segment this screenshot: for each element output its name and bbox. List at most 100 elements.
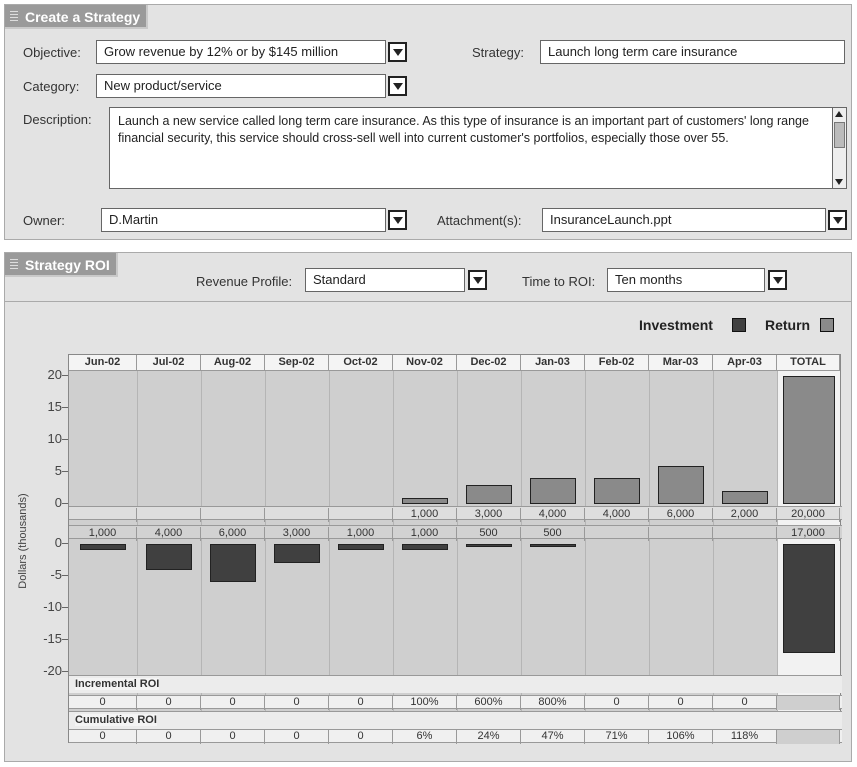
cumulative-roi-value: 0 [329,730,393,744]
column-header: Mar-03 [649,355,713,371]
description-textarea[interactable]: Launch a new service called long term ca… [109,107,847,189]
cumulative-roi-value: 0 [201,730,265,744]
y-tick-label: 15 [47,399,62,414]
return-bar [658,465,704,504]
return-bar [402,497,448,504]
description-scrollbar[interactable] [832,108,846,188]
return-value-label [69,508,137,522]
description-text: Launch a new service called long term ca… [118,114,809,145]
column-header: Aug-02 [201,355,265,371]
investment-value-label [713,527,777,541]
incremental-roi-label: Incremental ROI [75,678,160,690]
incremental-roi-value: 0 [137,696,201,710]
scroll-thumb[interactable] [834,122,845,148]
return-bar [594,478,640,504]
incremental-roi-value: 0 [265,696,329,710]
objective-label: Objective: [23,45,81,60]
objective-dropdown-icon[interactable] [388,42,407,62]
return-bar [722,491,768,504]
investment-value-label: 6,000 [201,527,265,541]
cumulative-roi-value: 0 [265,730,329,744]
attachment-dropdown-icon[interactable] [828,210,847,230]
column-header: Dec-02 [457,355,521,371]
objective-select[interactable]: Grow revenue by 12% or by $145 million [96,40,386,64]
investment-bar [402,544,448,551]
investment-value-label: 500 [521,527,585,541]
owner-select[interactable]: D.Martin [101,208,386,232]
scroll-down-icon[interactable] [835,179,843,185]
cumulative-roi-value: 0 [69,730,137,744]
category-dropdown-icon[interactable] [388,76,407,96]
y-tick-label: 20 [47,367,62,382]
investment-bar [210,544,256,583]
y-tick-label: -10 [43,599,62,614]
create-strategy-tab[interactable]: Create a Strategy [5,5,149,29]
cumulative-roi-value: 118% [713,730,777,744]
incremental-roi-value: 0 [713,696,777,710]
attachment-select[interactable]: InsuranceLaunch.ppt [542,208,826,232]
return-value-label: 3,000 [457,508,521,522]
y-tick-label: 5 [54,463,62,478]
column-header: Jul-02 [137,355,201,371]
grip-icon [10,259,18,271]
legend-investment-swatch [732,318,746,332]
return-value-label [329,508,393,522]
roi-chart-grid: Jun-02 Jul-02 Aug-02 Sep-02 Oct-02 Nov-02 Dec-… [68,354,842,744]
incremental-roi-value [777,696,840,710]
time-to-roi-dropdown-icon[interactable] [768,270,787,290]
investment-value-label [649,527,713,541]
column-header: Apr-03 [713,355,777,371]
cumulative-roi-label-row [69,711,842,729]
column-header: Jun-02 [69,355,137,371]
investment-value-label: 1,000 [393,527,457,541]
revenue-profile-label: Revenue Profile: [196,274,293,289]
strategy-roi-tab[interactable]: Strategy ROI [5,253,118,277]
time-to-roi-label: Time to ROI: [522,274,596,289]
incremental-roi-label-row [69,675,842,693]
cumulative-roi-value: 71% [585,730,649,744]
return-value-label [137,508,201,522]
category-select[interactable]: New product/service [96,74,386,98]
strategy-roi-title: Strategy ROI [25,257,110,273]
return-value-label: 1,000 [393,508,457,522]
incremental-roi-value: 800% [521,696,585,710]
legend-return-label: Return [765,317,811,333]
column-header: Feb-02 [585,355,649,371]
cumulative-roi-value: 24% [457,730,521,744]
investment-value-label: 500 [457,527,521,541]
y-tick-label: -5 [50,567,62,582]
return-value-label [265,508,329,522]
return-value-label: 20,000 [777,508,840,522]
y-tick-label: 10 [47,431,62,446]
strategy-input[interactable]: Launch long term care insurance [540,40,845,64]
investment-bar [146,544,192,570]
time-to-roi-select[interactable]: Ten months [607,268,765,292]
revenue-profile-select[interactable]: Standard [305,268,465,292]
incremental-roi-value: 0 [201,696,265,710]
incremental-roi-value: 0 [649,696,713,710]
return-bar [530,478,576,504]
cumulative-roi-value: 47% [521,730,585,744]
column-header: Sep-02 [265,355,329,371]
owner-dropdown-icon[interactable] [388,210,407,230]
y-tick-label: -20 [43,663,62,678]
return-bar [466,484,512,504]
revenue-profile-dropdown-icon[interactable] [468,270,487,290]
return-value-label: 4,000 [585,508,649,522]
incremental-roi-value: 100% [393,696,457,710]
investment-value-label: 3,000 [265,527,329,541]
grip-icon [10,11,18,23]
investment-bar [80,544,126,551]
scroll-up-icon[interactable] [835,111,843,117]
column-header: TOTAL [777,355,840,371]
return-value-label [201,508,265,522]
strategy-label: Strategy: [472,45,525,60]
description-label: Description: [23,112,92,127]
investment-value-label: 1,000 [69,527,137,541]
cumulative-roi-label: Cumulative ROI [75,714,157,726]
investment-value-label: 17,000 [777,527,840,541]
investment-bar [530,544,576,548]
y-tick-label: 0 [54,495,62,510]
investment-value-label: 4,000 [137,527,201,541]
column-header: Nov-02 [393,355,457,371]
